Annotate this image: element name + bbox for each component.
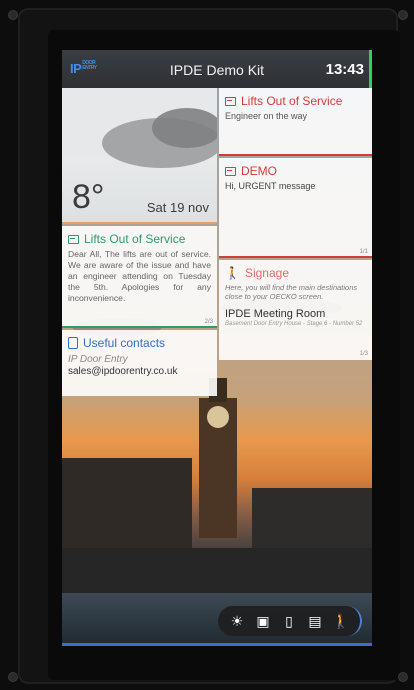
sun-icon[interactable]: ☀ [227,613,247,630]
message-icon [68,234,79,244]
divider [62,326,217,328]
card-header: Lifts Out of Service [219,88,372,108]
signage-card[interactable]: 🚶 Signage Here, you will find the main d… [219,260,372,360]
location-name: IPDE Meeting Room [225,308,326,320]
clock-face [207,406,229,428]
clock: 13:43 [325,61,364,78]
lifts-notice-card[interactable]: Lifts Out of Service Dear All, The lifts… [62,226,217,328]
card-title: Lifts Out of Service [84,232,186,246]
temperature: 8° [72,178,105,216]
contacts-icon[interactable]: ▯ [279,613,299,630]
messages-icon[interactable]: ▤ [305,613,325,630]
page-indicator: 1/1 [359,249,368,255]
riverbank [62,548,372,598]
location-detail: Basement Door Entry House - Stage 6 - Nu… [225,321,363,327]
message-icon [225,96,236,106]
divider [219,154,372,156]
signage-icon[interactable]: 🚶 [331,613,351,630]
divider [219,256,372,258]
weather-widget[interactable]: 8° Sat 19 nov [62,88,217,224]
bottom-accent-bar [62,643,372,646]
card-title: DEMO [241,164,277,178]
contacts-card[interactable]: Useful contacts IP Door Entry sales@ipdo… [62,330,217,396]
signage-icon: 🚶 [225,266,240,280]
demo-message-card[interactable]: DEMO Hi, URGENT message 1/1 [219,158,372,258]
top-bar: IPDOOR ENTRY IPDE Demo Kit 13:43 [62,50,372,88]
screw [8,672,18,682]
page-indicator: 1/3 [359,351,368,357]
screw [398,672,408,682]
message-icon [225,166,236,176]
card-subtitle: Engineer on the way [225,111,308,121]
card-header: DEMO [219,158,372,178]
card-body: Dear All, The lifts are out of service. … [68,249,211,303]
contacts-icon [68,337,78,349]
card-header: 🚶 Signage [219,260,372,280]
card-title: Useful contacts [83,336,166,350]
contact-email[interactable]: sales@ipdoorentry.co.uk [62,365,217,378]
status-indicator [369,50,372,88]
card-header: Useful contacts [62,330,217,350]
screw [8,10,18,20]
page-indicator: 2/3 [204,319,213,325]
cloud-icon [152,108,217,148]
kiosk-screen: IPDOOR ENTRY IPDE Demo Kit 13:43 8° Sat … [62,50,372,646]
contact-company: IP Door Entry [68,354,128,365]
gallery-icon[interactable]: ▣ [253,613,273,630]
screw [398,10,408,20]
lifts-alert-card[interactable]: Lifts Out of Service Engineer on the way [219,88,372,156]
divider [62,222,217,224]
card-header: Lifts Out of Service [62,226,217,246]
weather-date: Sat 19 nov [146,200,209,215]
card-title: Lifts Out of Service [241,94,343,108]
card-body: Here, you will find the main destination… [225,283,358,301]
bottom-dock: ☀ ▣ ▯ ▤ 🚶 [218,606,362,636]
card-title: Signage [244,266,289,280]
parliament-building [62,458,192,558]
card-subtitle: Hi, URGENT message [225,181,316,191]
